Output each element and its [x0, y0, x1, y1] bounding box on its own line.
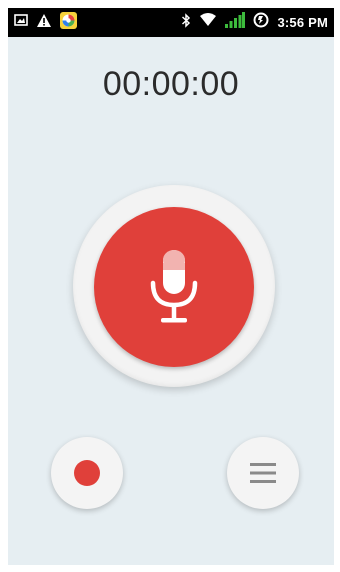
microphone-icon — [150, 250, 198, 323]
status-bar-left — [14, 11, 77, 34]
list-icon — [250, 463, 276, 483]
status-bar: 3:56 PM — [8, 8, 334, 37]
status-time: 3:56 PM — [277, 15, 328, 30]
record-button[interactable] — [51, 437, 123, 509]
bluetooth-icon — [181, 12, 191, 33]
record-dot-icon — [74, 460, 100, 486]
wifi-icon — [199, 13, 217, 32]
app-notification-icon — [60, 11, 77, 34]
status-bar-right: 3:56 PM — [181, 12, 328, 33]
screen: 3:56 PM 00:00:00 — [0, 0, 340, 572]
warning-icon — [36, 13, 52, 33]
recorder-screen: 00:00:00 — [8, 37, 334, 565]
recording-timer: 00:00:00 — [102, 65, 240, 103]
signal-icon — [225, 12, 246, 33]
recordings-list-button[interactable] — [227, 437, 299, 509]
mic-record-button[interactable] — [94, 207, 254, 367]
data-sync-icon — [253, 12, 269, 33]
image-notification-icon — [14, 13, 28, 32]
